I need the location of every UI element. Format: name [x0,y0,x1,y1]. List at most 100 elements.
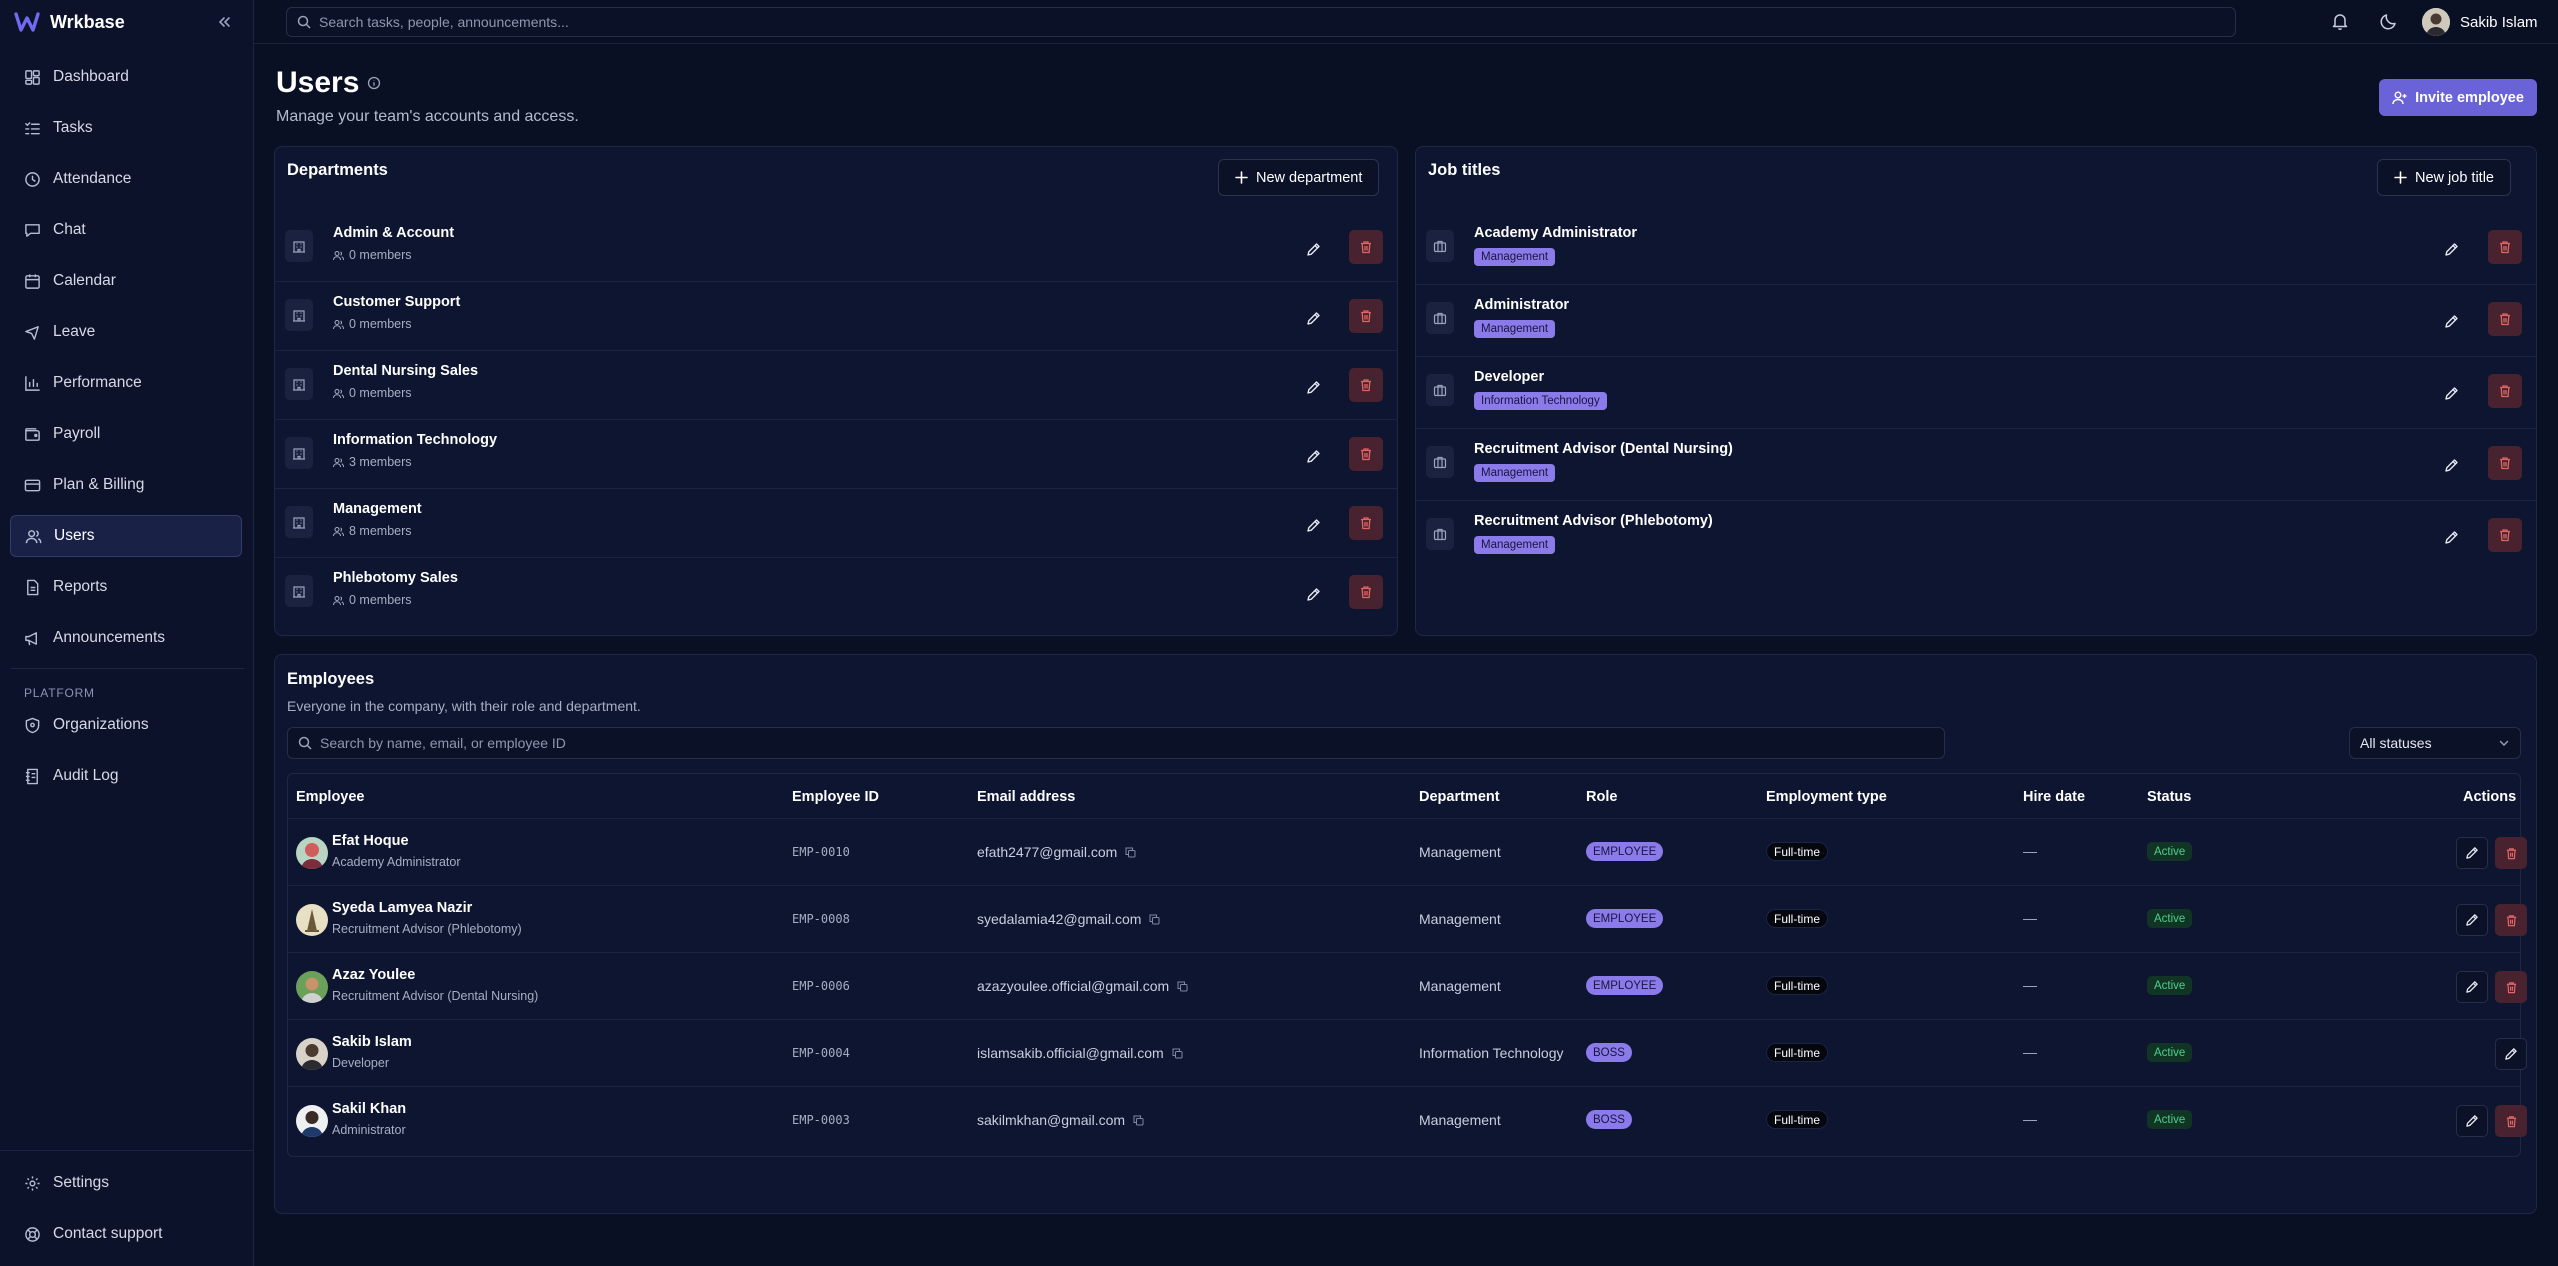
edit-employee-button[interactable] [2456,837,2488,869]
edit-employee-button[interactable] [2495,1038,2527,1070]
edit-department-button[interactable] [1297,578,1329,610]
pencil-icon [1306,449,1320,463]
delete-employee-button[interactable] [2495,971,2527,1003]
edit-employee-button[interactable] [2456,904,2488,936]
nav-item-tasks[interactable]: Tasks [10,107,242,149]
page-subtitle: Manage your team's accounts and access. [276,108,579,125]
edit-department-button[interactable] [1297,509,1329,541]
invite-employee-button[interactable]: Invite employee [2379,79,2537,116]
nav-item-contact-support[interactable]: Contact support [10,1213,242,1255]
job-titles-card: Job titles New job title Academy Adminis… [1415,146,2537,636]
global-search-input[interactable] [319,14,2219,30]
table-row: Syeda Lamyea Nazir Recruitment Advisor (… [288,886,2527,953]
nav-item-reports[interactable]: Reports [10,566,242,608]
nav-item-audit-log[interactable]: Audit Log [10,755,242,797]
brand[interactable]: Wrkbase [14,8,125,36]
job-title-name: Administrator [1474,297,1570,313]
nav-item-announcements[interactable]: Announcements [10,617,242,659]
nav-item-settings[interactable]: Settings [10,1162,242,1204]
collapse-sidebar-icon[interactable] [214,12,234,32]
employee-name[interactable]: Sakil Khan [332,1101,406,1117]
column-header: Department [1419,789,1500,805]
edit-job-title-button[interactable] [2435,377,2467,409]
departments-title: Departments [287,161,388,179]
edit-job-title-button[interactable] [2435,233,2467,265]
delete-job-title-button[interactable] [2488,518,2522,552]
status-filter-select[interactable]: All statuses [2349,727,2521,759]
nav-item-plan-billing[interactable]: Plan & Billing [10,464,242,506]
delete-job-title-button[interactable] [2488,374,2522,408]
department-badge: Information Technology [1474,392,1607,410]
copy-icon[interactable] [1125,847,1136,858]
delete-department-button[interactable] [1349,506,1383,540]
edit-job-title-button[interactable] [2435,449,2467,481]
new-department-button[interactable]: New department [1218,159,1380,196]
employee-id: EMP-0006 [792,979,850,993]
nav-item-attendance[interactable]: Attendance [10,158,242,200]
job-title-name: Recruitment Advisor (Dental Nursing) [1474,441,1733,457]
edit-employee-button[interactable] [2456,1105,2488,1137]
page-title-text: Users [276,66,360,99]
copy-icon[interactable] [1133,1115,1144,1126]
nav-item-dashboard[interactable]: Dashboard [10,56,242,98]
copy-icon[interactable] [1177,981,1188,992]
bell-icon[interactable] [2330,11,2350,31]
edit-department-button[interactable] [1297,371,1329,403]
delete-department-button[interactable] [1349,575,1383,609]
delete-job-title-button[interactable] [2488,230,2522,264]
calendar-icon [25,273,40,289]
edit-department-button[interactable] [1297,302,1329,334]
delete-job-title-button[interactable] [2488,446,2522,480]
delete-department-button[interactable] [1349,368,1383,402]
wrkbase-logo-icon [14,12,40,32]
nav-divider [10,668,244,669]
employee-name[interactable]: Azaz Youlee [332,967,415,983]
delete-employee-button[interactable] [2495,1105,2527,1137]
trash-icon [2500,313,2510,326]
column-header: Role [1586,789,1618,805]
tasks-icon [25,121,40,134]
delete-department-button[interactable] [1349,437,1383,471]
edit-job-title-button[interactable] [2435,521,2467,553]
nav-item-performance[interactable]: Performance [10,362,242,404]
employee-name[interactable]: Sakib Islam [332,1034,412,1050]
employee-name[interactable]: Efat Hoque [332,833,409,849]
delete-employee-button[interactable] [2495,837,2527,869]
delete-department-button[interactable] [1349,299,1383,333]
nav-item-label: Contact support [53,1225,163,1242]
members-count: 0 members [349,593,412,607]
brand-name: Wrkbase [50,11,125,32]
edit-department-button[interactable] [1297,233,1329,265]
delete-department-button[interactable] [1349,230,1383,264]
edit-department-button[interactable] [1297,440,1329,472]
employee-department: Management [1419,844,1501,860]
nav-item-users[interactable]: Users [10,515,242,557]
delete-employee-button[interactable] [2495,904,2527,936]
edit-job-title-button[interactable] [2435,305,2467,337]
nav-item-leave[interactable]: Leave [10,311,242,353]
nav-item-organizations[interactable]: Organizations [10,704,242,746]
pencil-icon [2444,242,2458,256]
employee-search-input[interactable] [320,735,1920,751]
copy-icon[interactable] [1172,1048,1183,1059]
global-search[interactable] [286,7,2236,37]
user-menu[interactable]: Sakib Islam [2422,6,2538,38]
nav-item-calendar[interactable]: Calendar [10,260,242,302]
nav-item-payroll[interactable]: Payroll [10,413,242,455]
new-job-title-button[interactable]: New job title [2377,159,2511,196]
employee-name[interactable]: Syeda Lamyea Nazir [332,900,472,916]
copy-icon[interactable] [1149,914,1160,925]
moon-icon[interactable] [2379,11,2399,31]
trash-icon [2500,241,2510,254]
trash-icon [2506,914,2516,926]
nav-item-chat[interactable]: Chat [10,209,242,251]
info-icon[interactable] [367,76,381,90]
column-header: Status [2147,789,2192,805]
delete-job-title-button[interactable] [2488,302,2522,336]
edit-employee-button[interactable] [2456,971,2488,1003]
employee-avatar-icon [296,1038,328,1070]
avatar [2422,8,2450,36]
users-icon [25,529,42,543]
department-row: Management 8 members [275,489,1397,558]
employee-search[interactable] [287,727,1945,759]
